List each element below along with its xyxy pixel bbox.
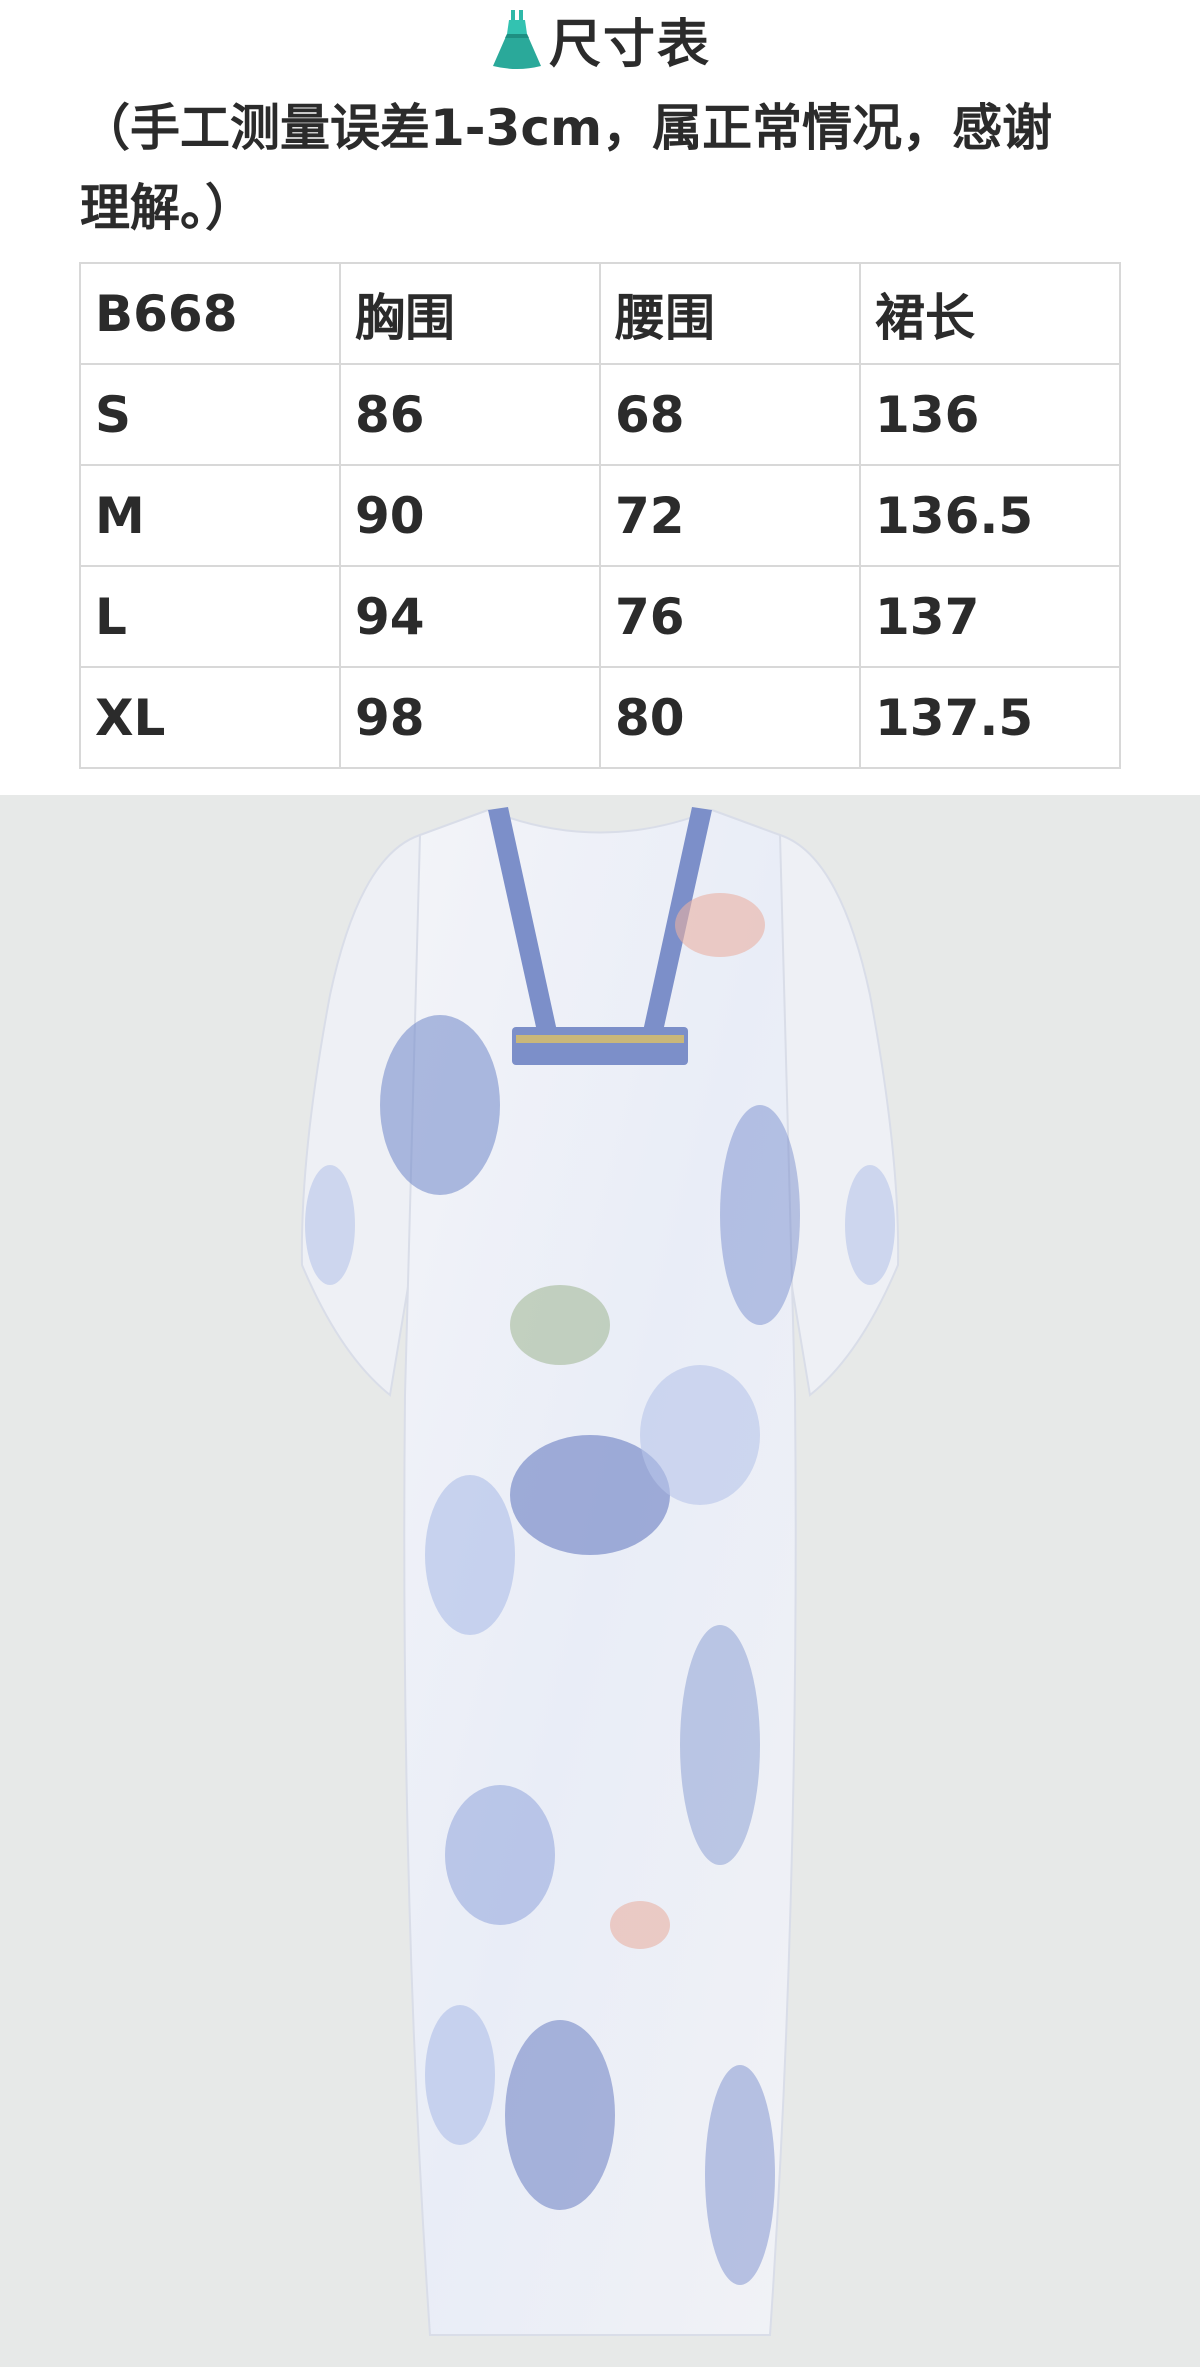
table-cell: 76 xyxy=(599,565,861,668)
table-header-cell: B668 xyxy=(79,262,341,365)
table-cell: 136 xyxy=(859,363,1121,466)
table-cell: XL xyxy=(79,666,341,769)
product-photo xyxy=(0,795,1200,2367)
table-row: M 90 72 136.5 xyxy=(79,464,1121,567)
page-title: 尺寸表 xyxy=(548,14,711,75)
table-row: L 94 76 137 xyxy=(79,565,1121,668)
table-cell: 90 xyxy=(339,464,601,567)
title-row: 尺寸表 xyxy=(0,0,1200,78)
table-cell: S xyxy=(79,363,341,466)
table-cell: M xyxy=(79,464,341,567)
table-cell: 137.5 xyxy=(859,666,1121,769)
table-row: XL 98 80 137.5 xyxy=(79,666,1121,769)
size-table: B668 胸围 腰围 裙长 S 86 68 136 M 90 72 136.5 L 94 76 137 XL 98… xyxy=(79,262,1121,769)
table-cell: 86 xyxy=(339,363,601,466)
table-header-cell: 腰围 xyxy=(599,262,861,365)
table-cell: 137 xyxy=(859,565,1121,668)
table-header-cell: 裙长 xyxy=(859,262,1121,365)
table-cell: 72 xyxy=(599,464,861,567)
table-cell: 94 xyxy=(339,565,601,668)
measurement-note: （手工测量误差1-3cm，属正常情况，感谢理解。） xyxy=(80,99,1053,237)
table-header-row: B668 胸围 腰围 裙长 xyxy=(79,262,1121,365)
table-cell: 136.5 xyxy=(859,464,1121,567)
dress-icon xyxy=(492,10,541,69)
table-cell: 98 xyxy=(339,666,601,769)
kaftan-dress-image xyxy=(300,807,900,2336)
table-header-cell: 胸围 xyxy=(339,262,601,365)
table-cell: 80 xyxy=(599,666,861,769)
table-row: S 86 68 136 xyxy=(79,363,1121,466)
table-cell: 68 xyxy=(599,363,861,466)
table-cell: L xyxy=(79,565,341,668)
